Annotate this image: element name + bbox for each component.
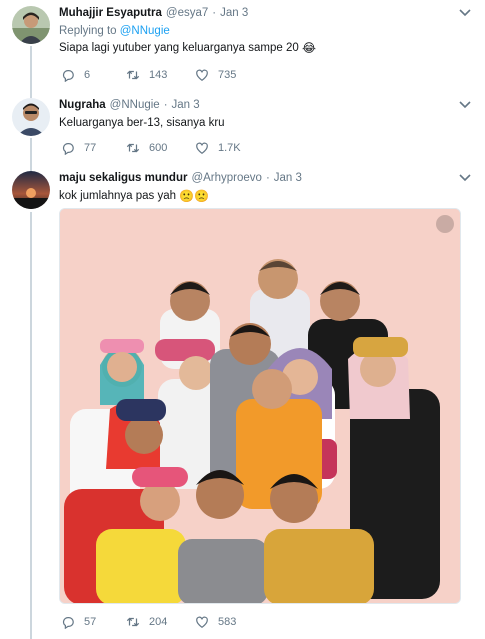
separator-dot: · xyxy=(163,99,168,111)
retweet-button[interactable]: 600 xyxy=(126,141,195,155)
like-button[interactable]: 583 xyxy=(195,615,265,629)
reply-mention-link[interactable]: @NNugie xyxy=(120,25,170,37)
user-handle[interactable]: @esya7 xyxy=(166,6,208,20)
like-button[interactable]: 1.7K xyxy=(195,141,265,155)
chevron-down-icon[interactable] xyxy=(459,100,471,110)
like-count: 1.7K xyxy=(218,142,241,154)
separator-dot: · xyxy=(212,7,217,19)
retweet-count: 143 xyxy=(149,69,168,81)
reply-count: 57 xyxy=(84,616,97,628)
reply-button[interactable]: 77 xyxy=(61,141,126,155)
tweet-emoji: 🙁🙁 xyxy=(179,189,210,203)
display-name[interactable]: maju sekaligus mundur xyxy=(59,171,187,185)
retweet-count: 204 xyxy=(149,616,168,628)
tweet-date[interactable]: Jan 3 xyxy=(274,171,302,185)
tweet-text-content: kok jumlahnya pas yah xyxy=(59,190,176,202)
avatar[interactable] xyxy=(12,98,50,136)
display-name[interactable]: Muhajjir Esyaputra xyxy=(59,6,162,20)
separator-dot: · xyxy=(265,172,270,184)
like-icon xyxy=(196,69,208,81)
tweet-actions: 6 143 735 xyxy=(61,68,265,82)
tweet-actions: 57 204 583 xyxy=(61,615,265,629)
like-count: 735 xyxy=(218,69,237,81)
tweet-date[interactable]: Jan 3 xyxy=(172,98,200,112)
avatar[interactable] xyxy=(12,171,50,209)
tweet-date[interactable]: Jan 3 xyxy=(220,6,248,20)
tweet-text: kok jumlahnya pas yah 🙁🙁 xyxy=(59,189,475,204)
tweet-emoji: 😂 xyxy=(301,41,316,55)
reply-icon xyxy=(62,70,74,82)
tweet-text-content: Siapa lagi yutuber yang keluarganya samp… xyxy=(59,42,299,54)
close-icon[interactable] xyxy=(436,215,454,233)
retweet-icon xyxy=(126,143,140,153)
like-button[interactable]: 735 xyxy=(195,68,265,82)
tweet-photo[interactable] xyxy=(59,208,461,604)
like-icon xyxy=(196,616,208,628)
chevron-down-icon[interactable] xyxy=(459,173,471,183)
reply-icon xyxy=(62,617,74,629)
retweet-icon xyxy=(126,617,140,627)
retweet-icon xyxy=(126,70,140,80)
replying-to-label: Replying to xyxy=(59,25,117,37)
reply-button[interactable]: 57 xyxy=(61,615,126,629)
tweet-actions: 77 600 1.7K xyxy=(61,141,265,155)
retweet-button[interactable]: 143 xyxy=(126,68,195,82)
chevron-down-icon[interactable] xyxy=(459,8,471,18)
tweet-text: Siapa lagi yutuber yang keluarganya samp… xyxy=(59,41,475,56)
tweet-text: Keluarganya ber-13, sisanya kru xyxy=(59,117,225,129)
group-photo-illustration xyxy=(60,209,460,603)
reply-count: 6 xyxy=(84,69,91,81)
reply-count: 77 xyxy=(84,142,97,154)
replying-to: Replying to @NNugie xyxy=(59,24,475,38)
user-handle[interactable]: @Arhyproevo xyxy=(191,171,261,185)
like-count: 583 xyxy=(218,616,237,628)
retweet-count: 600 xyxy=(149,142,168,154)
user-handle[interactable]: @NNugie xyxy=(110,98,160,112)
display-name[interactable]: Nugraha xyxy=(59,98,106,112)
like-icon xyxy=(196,142,208,154)
reply-icon xyxy=(62,143,74,155)
avatar[interactable] xyxy=(12,6,50,44)
reply-button[interactable]: 6 xyxy=(61,68,126,82)
tweet[interactable]: Nugraha @NNugie · Jan 3 Keluarganya ber-… xyxy=(0,98,485,164)
tweet[interactable]: Muhajjir Esyaputra @esya7 · Jan 3 Replyi… xyxy=(0,6,485,90)
retweet-button[interactable]: 204 xyxy=(126,615,195,629)
